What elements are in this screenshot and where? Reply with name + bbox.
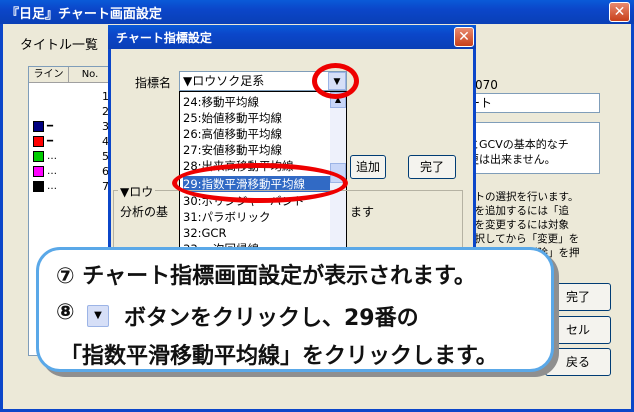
row-number: 6 — [102, 165, 109, 178]
outer-close-button[interactable]: ✕ — [609, 2, 630, 22]
note-line: とGCVの基本的なチ — [468, 138, 569, 151]
help-line: 定を変更するには対象 — [464, 219, 569, 231]
table-row[interactable]: ━ 4 — [29, 134, 112, 149]
note-line: 更は出来ません。 — [468, 153, 556, 166]
line-style: ━ — [47, 121, 54, 132]
outer-done-button[interactable]: 完了 — [545, 283, 611, 311]
row-number: 1 — [102, 90, 109, 103]
list-item[interactable]: 25:始値移動平均線 — [183, 110, 333, 126]
tab-title-list[interactable]: タイトル一覧 — [20, 34, 98, 53]
instruction-step-7: ⑦ チャート指標画面設定が表示されます。 — [56, 264, 476, 289]
highlight-ring-arrow — [312, 63, 359, 99]
column-header-no: No. — [69, 67, 112, 83]
outer-cancel-button[interactable]: セル — [545, 316, 611, 344]
list-item[interactable]: 26:高値移動平均線 — [183, 126, 333, 142]
chart-note-field: とGCVの基本的なチ 更は出来ません。 — [464, 122, 600, 174]
help-line: 選択してから「変更」を — [464, 233, 580, 245]
table-row[interactable]: … 5 — [29, 149, 112, 164]
table-row[interactable]: 1 — [29, 89, 112, 104]
outer-back-button[interactable]: 戻る — [545, 348, 611, 376]
line-color-swatch — [33, 136, 44, 147]
done-button[interactable]: 完了 — [408, 155, 456, 179]
row-number: 2 — [102, 105, 109, 118]
table-row[interactable]: 2 — [29, 104, 112, 119]
line-color-swatch — [33, 121, 44, 132]
dialog-titlebar[interactable]: チャート指標設定 ✕ — [108, 25, 476, 49]
row-number: 5 — [102, 150, 109, 163]
add-button[interactable]: 追加 — [350, 155, 386, 179]
outer-window-title: 『日足』チャート画面設定 — [6, 7, 162, 22]
row-number: 3 — [102, 120, 109, 133]
chart-name-field[interactable]: ート — [464, 93, 600, 113]
instruction-step-8-number: ⑧ — [56, 300, 75, 325]
dialog-title: チャート指標設定 — [116, 31, 212, 45]
table-row[interactable]: … 7 — [29, 179, 112, 194]
row-number: 7 — [102, 180, 109, 193]
analysis-description-tail: ます — [350, 205, 375, 219]
dropdown-arrow-icon: ▼ — [87, 305, 109, 327]
help-line: ートの選択を行います。 — [464, 191, 579, 203]
line-style: ━ — [47, 136, 54, 147]
dialog-close-button[interactable]: ✕ — [454, 27, 474, 47]
group-label: ▼ロウ — [118, 183, 156, 200]
highlight-ring-item — [172, 163, 348, 203]
instruction-step-8: ボタンをクリックし、29番の — [124, 306, 419, 331]
outer-titlebar[interactable]: 『日足』チャート画面設定 ✕ — [0, 0, 634, 24]
row-number: 4 — [102, 135, 109, 148]
instruction-step-8-target: 「指数平滑移動平均線」をクリックします。 — [60, 344, 498, 369]
line-style: … — [47, 151, 57, 162]
list-item[interactable]: 27:安値移動平均線 — [183, 142, 333, 158]
help-line: 標を追加するには「追 — [464, 205, 569, 217]
list-item[interactable]: 24:移動平均線 — [183, 94, 333, 110]
column-header-line: ライン — [29, 67, 69, 83]
analysis-description: 分析の基 — [120, 205, 169, 219]
line-color-swatch — [33, 181, 44, 192]
line-color-swatch — [33, 166, 44, 177]
line-color-swatch — [33, 151, 44, 162]
table-row[interactable]: … 6 — [29, 164, 112, 179]
table-row[interactable]: ━ 3 — [29, 119, 112, 134]
line-style: … — [47, 181, 57, 192]
indicator-name-label: 指標名 — [135, 76, 172, 90]
line-style: … — [47, 166, 57, 177]
